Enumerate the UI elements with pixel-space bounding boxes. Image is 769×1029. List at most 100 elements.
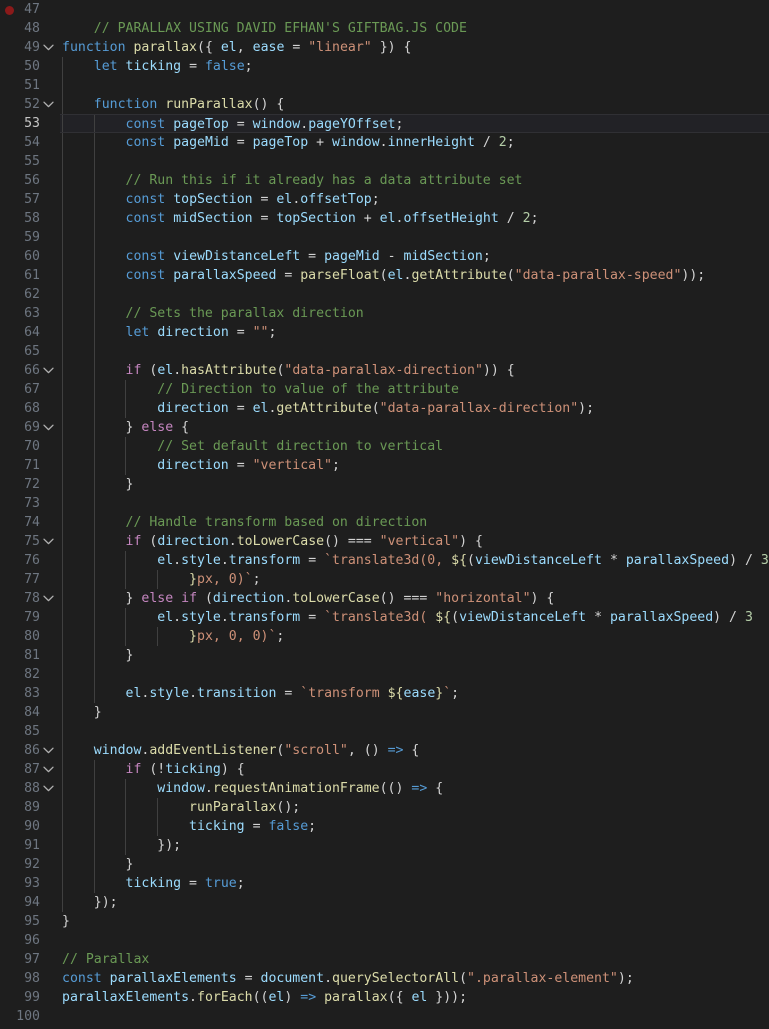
code-row[interactable]: 69 } else { — [0, 418, 769, 437]
code-line[interactable]: window.addEventListener("scroll", () => … — [60, 741, 769, 760]
code-row[interactable]: 96 — [0, 931, 769, 950]
code-line[interactable]: } — [60, 912, 769, 931]
code-row[interactable]: 53 const pageTop = window.pageYOffset; — [0, 114, 769, 133]
code-line[interactable]: function runParallax() { — [60, 95, 769, 114]
code-row[interactable]: 93 ticking = true; — [0, 874, 769, 893]
code-row[interactable]: 51 — [0, 76, 769, 95]
code-line[interactable] — [60, 285, 769, 304]
chevron-down-icon[interactable] — [43, 418, 59, 437]
code-line[interactable]: } — [60, 703, 769, 722]
code-line[interactable] — [60, 152, 769, 171]
code-row[interactable]: 67 // Direction to value of the attribut… — [0, 380, 769, 399]
code-row[interactable]: 58 const midSection = topSection + el.of… — [0, 209, 769, 228]
chevron-down-icon[interactable] — [43, 589, 59, 608]
code-row[interactable]: 88 window.requestAnimationFrame(() => { — [0, 779, 769, 798]
code-line[interactable]: } — [60, 475, 769, 494]
code-line[interactable]: }px, 0, 0)`; — [60, 627, 769, 646]
code-row[interactable]: 52 function runParallax() { — [0, 95, 769, 114]
code-line[interactable] — [60, 76, 769, 95]
code-line[interactable]: ticking = false; — [60, 817, 769, 836]
chevron-down-icon[interactable] — [43, 779, 59, 798]
code-line[interactable]: runParallax(); — [60, 798, 769, 817]
code-row[interactable]: 66 if (el.hasAttribute("data-parallax-di… — [0, 361, 769, 380]
chevron-down-icon[interactable] — [43, 741, 59, 760]
code-row[interactable]: 49 function parallax({ el, ease = "linear… — [0, 38, 769, 57]
code-editor[interactable]: 47 48 // PARALLAX USING DAVID EFHAN'S GIF… — [0, 0, 769, 1029]
code-row[interactable]: 62 — [0, 285, 769, 304]
code-row[interactable]: 47 — [0, 0, 769, 19]
chevron-down-icon[interactable] — [43, 38, 59, 57]
code-row[interactable]: 97 // Parallax — [0, 950, 769, 969]
code-line[interactable]: } else if (direction.toLowerCase() === "… — [60, 589, 769, 608]
code-line[interactable]: } — [60, 646, 769, 665]
code-row[interactable]: 100 — [0, 1007, 769, 1026]
code-line[interactable]: // Handle transform based on direction — [60, 513, 769, 532]
code-line[interactable]: if (el.hasAttribute("data-parallax-direc… — [60, 361, 769, 380]
code-line[interactable] — [60, 342, 769, 361]
code-row[interactable]: 98 const parallaxElements = document.quer… — [0, 969, 769, 988]
chevron-down-icon[interactable] — [43, 361, 59, 380]
code-row[interactable]: 78 } else if (direction.toLowerCase() ==… — [0, 589, 769, 608]
code-line[interactable]: }); — [60, 836, 769, 855]
code-line[interactable]: direction = "vertical"; — [60, 456, 769, 475]
code-row[interactable]: 76 el.style.transform = `translate3d(0, … — [0, 551, 769, 570]
code-line[interactable] — [60, 931, 769, 950]
code-line[interactable]: const pageTop = window.pageYOffset; — [60, 114, 769, 133]
code-line[interactable]: direction = el.getAttribute("data-parall… — [60, 399, 769, 418]
code-line[interactable]: if (!ticking) { — [60, 760, 769, 779]
code-line[interactable]: ticking = true; — [60, 874, 769, 893]
code-line[interactable]: el.style.transform = `translate3d(0, ${(… — [60, 551, 769, 570]
code-line[interactable]: const parallaxElements = document.queryS… — [60, 969, 769, 988]
code-line[interactable] — [60, 494, 769, 513]
code-row[interactable]: 48 // PARALLAX USING DAVID EFHAN'S GIFTB… — [0, 19, 769, 38]
code-line[interactable]: el.style.transition = `transform ${ease}… — [60, 684, 769, 703]
code-row[interactable]: 56 // Run this if it already has a data … — [0, 171, 769, 190]
code-line[interactable] — [60, 1007, 769, 1026]
code-row[interactable]: 90 ticking = false; — [0, 817, 769, 836]
code-line[interactable]: const parallaxSpeed = parseFloat(el.getA… — [60, 266, 769, 285]
code-line[interactable]: // Run this if it already has a data att… — [60, 171, 769, 190]
code-row[interactable]: 83 el.style.transition = `transform ${ea… — [0, 684, 769, 703]
code-row[interactable]: 68 direction = el.getAttribute("data-par… — [0, 399, 769, 418]
code-line[interactable]: let direction = ""; — [60, 323, 769, 342]
code-line[interactable]: if (direction.toLowerCase() === "vertica… — [60, 532, 769, 551]
code-line[interactable]: } else { — [60, 418, 769, 437]
code-row[interactable]: 72 } — [0, 475, 769, 494]
code-row[interactable]: 74 // Handle transform based on directio… — [0, 513, 769, 532]
code-line[interactable] — [60, 0, 769, 19]
code-row[interactable]: 75 if (direction.toLowerCase() === "vert… — [0, 532, 769, 551]
code-row[interactable]: 61 const parallaxSpeed = parseFloat(el.g… — [0, 266, 769, 285]
code-line[interactable]: let ticking = false; — [60, 57, 769, 76]
chevron-down-icon[interactable] — [43, 760, 59, 779]
code-line[interactable]: const topSection = el.offsetTop; — [60, 190, 769, 209]
code-row[interactable]: 65 — [0, 342, 769, 361]
code-row[interactable]: 73 — [0, 494, 769, 513]
code-line[interactable] — [60, 722, 769, 741]
code-line[interactable] — [60, 665, 769, 684]
code-row[interactable]: 59 — [0, 228, 769, 247]
code-line[interactable]: const midSection = topSection + el.offse… — [60, 209, 769, 228]
code-line[interactable]: window.requestAnimationFrame(() => { — [60, 779, 769, 798]
code-line[interactable]: } — [60, 855, 769, 874]
chevron-down-icon[interactable] — [43, 532, 59, 551]
code-line[interactable]: function parallax({ el, ease = "linear" … — [60, 38, 769, 57]
code-row[interactable]: 99 parallaxElements.forEach((el) => paral… — [0, 988, 769, 1007]
code-row[interactable]: 70 // Set default direction to vertical — [0, 437, 769, 456]
code-line[interactable] — [60, 228, 769, 247]
code-line[interactable]: el.style.transform = `translate3d( ${(vi… — [60, 608, 769, 627]
code-row[interactable]: 64 let direction = ""; — [0, 323, 769, 342]
chevron-down-icon[interactable] — [43, 95, 59, 114]
code-row[interactable]: 54 const pageMid = pageTop + window.inne… — [0, 133, 769, 152]
code-line[interactable]: parallaxElements.forEach((el) => paralla… — [60, 988, 769, 1007]
code-line[interactable]: // Set default direction to vertical — [60, 437, 769, 456]
code-row[interactable]: 77 }px, 0)`; — [0, 570, 769, 589]
code-row[interactable]: 57 const topSection = el.offsetTop; — [0, 190, 769, 209]
code-row[interactable]: 63 // Sets the parallax direction — [0, 304, 769, 323]
code-line[interactable]: const pageMid = pageTop + window.innerHe… — [60, 133, 769, 152]
code-row[interactable]: 80 }px, 0, 0)`; — [0, 627, 769, 646]
code-line[interactable]: // PARALLAX USING DAVID EFHAN'S GIFTBAG.… — [60, 19, 769, 38]
code-row[interactable]: 87 if (!ticking) { — [0, 760, 769, 779]
code-line[interactable]: }); — [60, 893, 769, 912]
code-row[interactable]: 82 — [0, 665, 769, 684]
code-row[interactable]: 94 }); — [0, 893, 769, 912]
